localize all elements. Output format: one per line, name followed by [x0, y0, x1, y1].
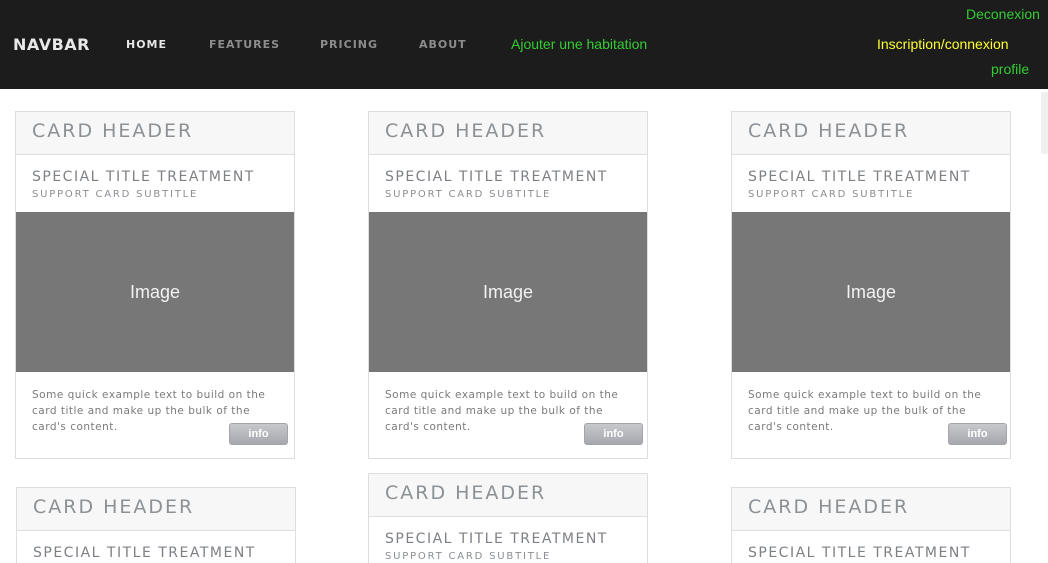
card: CARD HEADER SPECIAL TITLE TREATMENT: [731, 487, 1011, 563]
card-body: Some quick example text to build on the …: [16, 372, 294, 452]
card: CARD HEADER SPECIAL TITLE TREATMENT SUPP…: [731, 111, 1011, 459]
card-title: SPECIAL TITLE TREATMENT: [385, 169, 608, 185]
navbar-brand[interactable]: NAVBAR: [13, 35, 90, 54]
card-header: CARD HEADER: [732, 488, 1010, 531]
card-title: SPECIAL TITLE TREATMENT: [748, 545, 971, 561]
card-image: Image: [732, 212, 1010, 372]
card-subtitle: SUPPORT CARD SUBTITLE: [385, 189, 552, 200]
card-header: CARD HEADER: [16, 112, 294, 155]
card-subtitle: SUPPORT CARD SUBTITLE: [32, 189, 199, 200]
card-body: Some quick example text to build on the …: [369, 372, 647, 452]
card-title: SPECIAL TITLE TREATMENT: [385, 531, 608, 547]
inscription-connexion-link[interactable]: Inscription/connexion: [877, 36, 1009, 52]
nav-link-home[interactable]: HOME: [126, 38, 167, 51]
card-body: Some quick example text to build on the …: [732, 372, 1010, 452]
card-title: SPECIAL TITLE TREATMENT: [32, 169, 255, 185]
nav-link-about[interactable]: ABOUT: [419, 38, 467, 51]
navbar: NAVBAR HOME FEATURES PRICING ABOUT Ajout…: [0, 0, 1048, 89]
card: CARD HEADER SPECIAL TITLE TREATMENT SUPP…: [15, 111, 295, 459]
card-subtitle: SUPPORT CARD SUBTITLE: [385, 551, 552, 562]
card-header: CARD HEADER: [17, 488, 295, 531]
nav-link-features[interactable]: FEATURES: [209, 38, 280, 51]
card-title: SPECIAL TITLE TREATMENT: [748, 169, 971, 185]
card-title: SPECIAL TITLE TREATMENT: [33, 545, 256, 561]
profile-link[interactable]: profile: [991, 61, 1029, 77]
info-button[interactable]: info: [948, 423, 1007, 445]
card: CARD HEADER SPECIAL TITLE TREATMENT SUPP…: [368, 111, 648, 459]
card-subtitle: SUPPORT CARD SUBTITLE: [748, 189, 915, 200]
deconnexion-link[interactable]: Deconexion: [966, 6, 1040, 22]
nav-link-pricing[interactable]: PRICING: [320, 38, 378, 51]
card-image: Image: [369, 212, 647, 372]
add-habitation-link[interactable]: Ajouter une habitation: [511, 36, 647, 52]
card-header: CARD HEADER: [732, 112, 1010, 155]
info-button[interactable]: info: [584, 423, 643, 445]
card: CARD HEADER SPECIAL TITLE TREATMENT: [16, 487, 296, 563]
card-header: CARD HEADER: [369, 474, 647, 517]
card-header: CARD HEADER: [369, 112, 647, 155]
card: CARD HEADER SPECIAL TITLE TREATMENT SUPP…: [368, 473, 648, 563]
info-button[interactable]: info: [229, 423, 288, 445]
card-image: Image: [16, 212, 294, 372]
scrollbar-thumb[interactable]: [1041, 92, 1048, 154]
